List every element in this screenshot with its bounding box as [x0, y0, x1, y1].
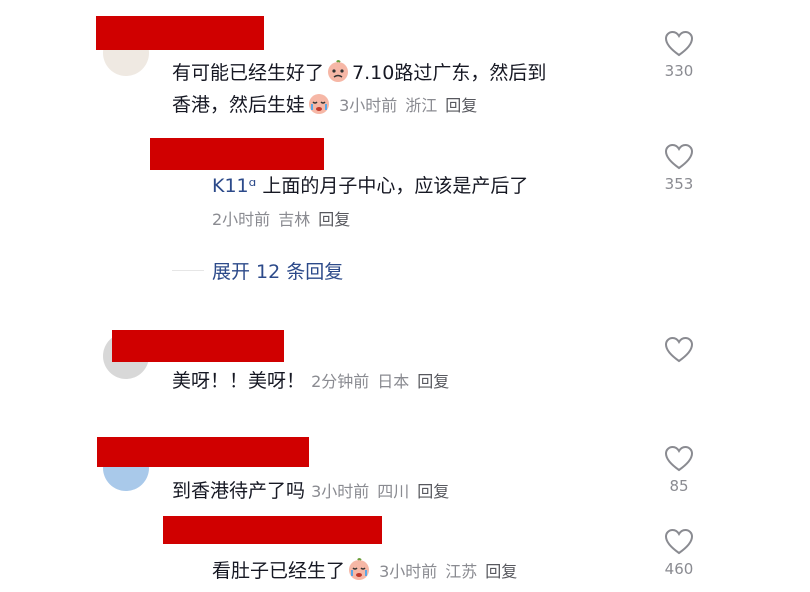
comment-location: 日本	[377, 372, 410, 391]
reply-button[interactable]: 回复	[318, 210, 350, 229]
comment-time: 3小时前	[339, 96, 398, 115]
crying-face-emoji-icon	[307, 91, 331, 123]
username-redacted	[96, 16, 264, 50]
heart-outline-icon	[664, 336, 694, 363]
heart-outline-icon	[664, 143, 694, 170]
comment-text: 看肚子已经生了 3小时前 江苏 回复	[212, 557, 525, 589]
like-count: 330	[664, 62, 694, 80]
crying-face-emoji-icon	[326, 59, 350, 91]
comment-text: 有可能已经生好了 7.10路过广东，然后到	[172, 59, 546, 91]
like-button[interactable]: 460	[659, 528, 699, 578]
expand-replies-button[interactable]: 展开 12 条回复	[212, 257, 343, 284]
comment-text: 美呀！！美呀！ 2分钟前 日本 回复	[172, 370, 450, 392]
heart-outline-icon	[664, 30, 694, 57]
comment-location: 四川	[377, 482, 410, 501]
comment-location: 浙江	[405, 96, 438, 115]
heart-outline-icon	[664, 528, 694, 555]
comment-location: 吉林	[278, 210, 311, 229]
reply-button[interactable]: 回复	[445, 96, 477, 115]
comment-text: 到香港待产了吗 3小时前 四川 回复	[172, 480, 450, 502]
crying-face-emoji-icon	[347, 557, 371, 589]
reply-button[interactable]: 回复	[417, 482, 449, 501]
username-redacted	[97, 437, 309, 467]
like-count: 353	[664, 175, 694, 193]
divider	[172, 270, 204, 271]
comment-meta: 2小时前 吉林 回复	[212, 206, 358, 234]
comment-time: 3小时前	[311, 482, 370, 501]
mention-tag[interactable]: K11ᵅ	[212, 175, 256, 197]
comment-time: 2小时前	[212, 210, 271, 229]
heart-outline-icon	[664, 445, 694, 472]
like-button[interactable]: 353	[659, 143, 699, 193]
reply-button[interactable]: 回复	[417, 372, 449, 391]
like-button[interactable]: 330	[659, 30, 699, 80]
comment-location: 江苏	[445, 562, 478, 581]
comment-text-line2: 香港，然后生娃 3小时前 浙江 回复	[172, 91, 485, 123]
comment-time: 3小时前	[379, 562, 438, 581]
username-redacted	[112, 330, 284, 362]
like-count: 85	[669, 477, 689, 495]
username-redacted	[150, 138, 324, 170]
comment-text: K11ᵅ 上面的月子中心，应该是产后了	[212, 175, 529, 197]
username-redacted	[163, 516, 382, 544]
like-button[interactable]	[659, 336, 699, 364]
reply-button[interactable]: 回复	[485, 562, 517, 581]
like-button[interactable]: 85	[659, 445, 699, 495]
comment-time: 2分钟前	[311, 372, 370, 391]
like-count: 460	[664, 560, 694, 578]
